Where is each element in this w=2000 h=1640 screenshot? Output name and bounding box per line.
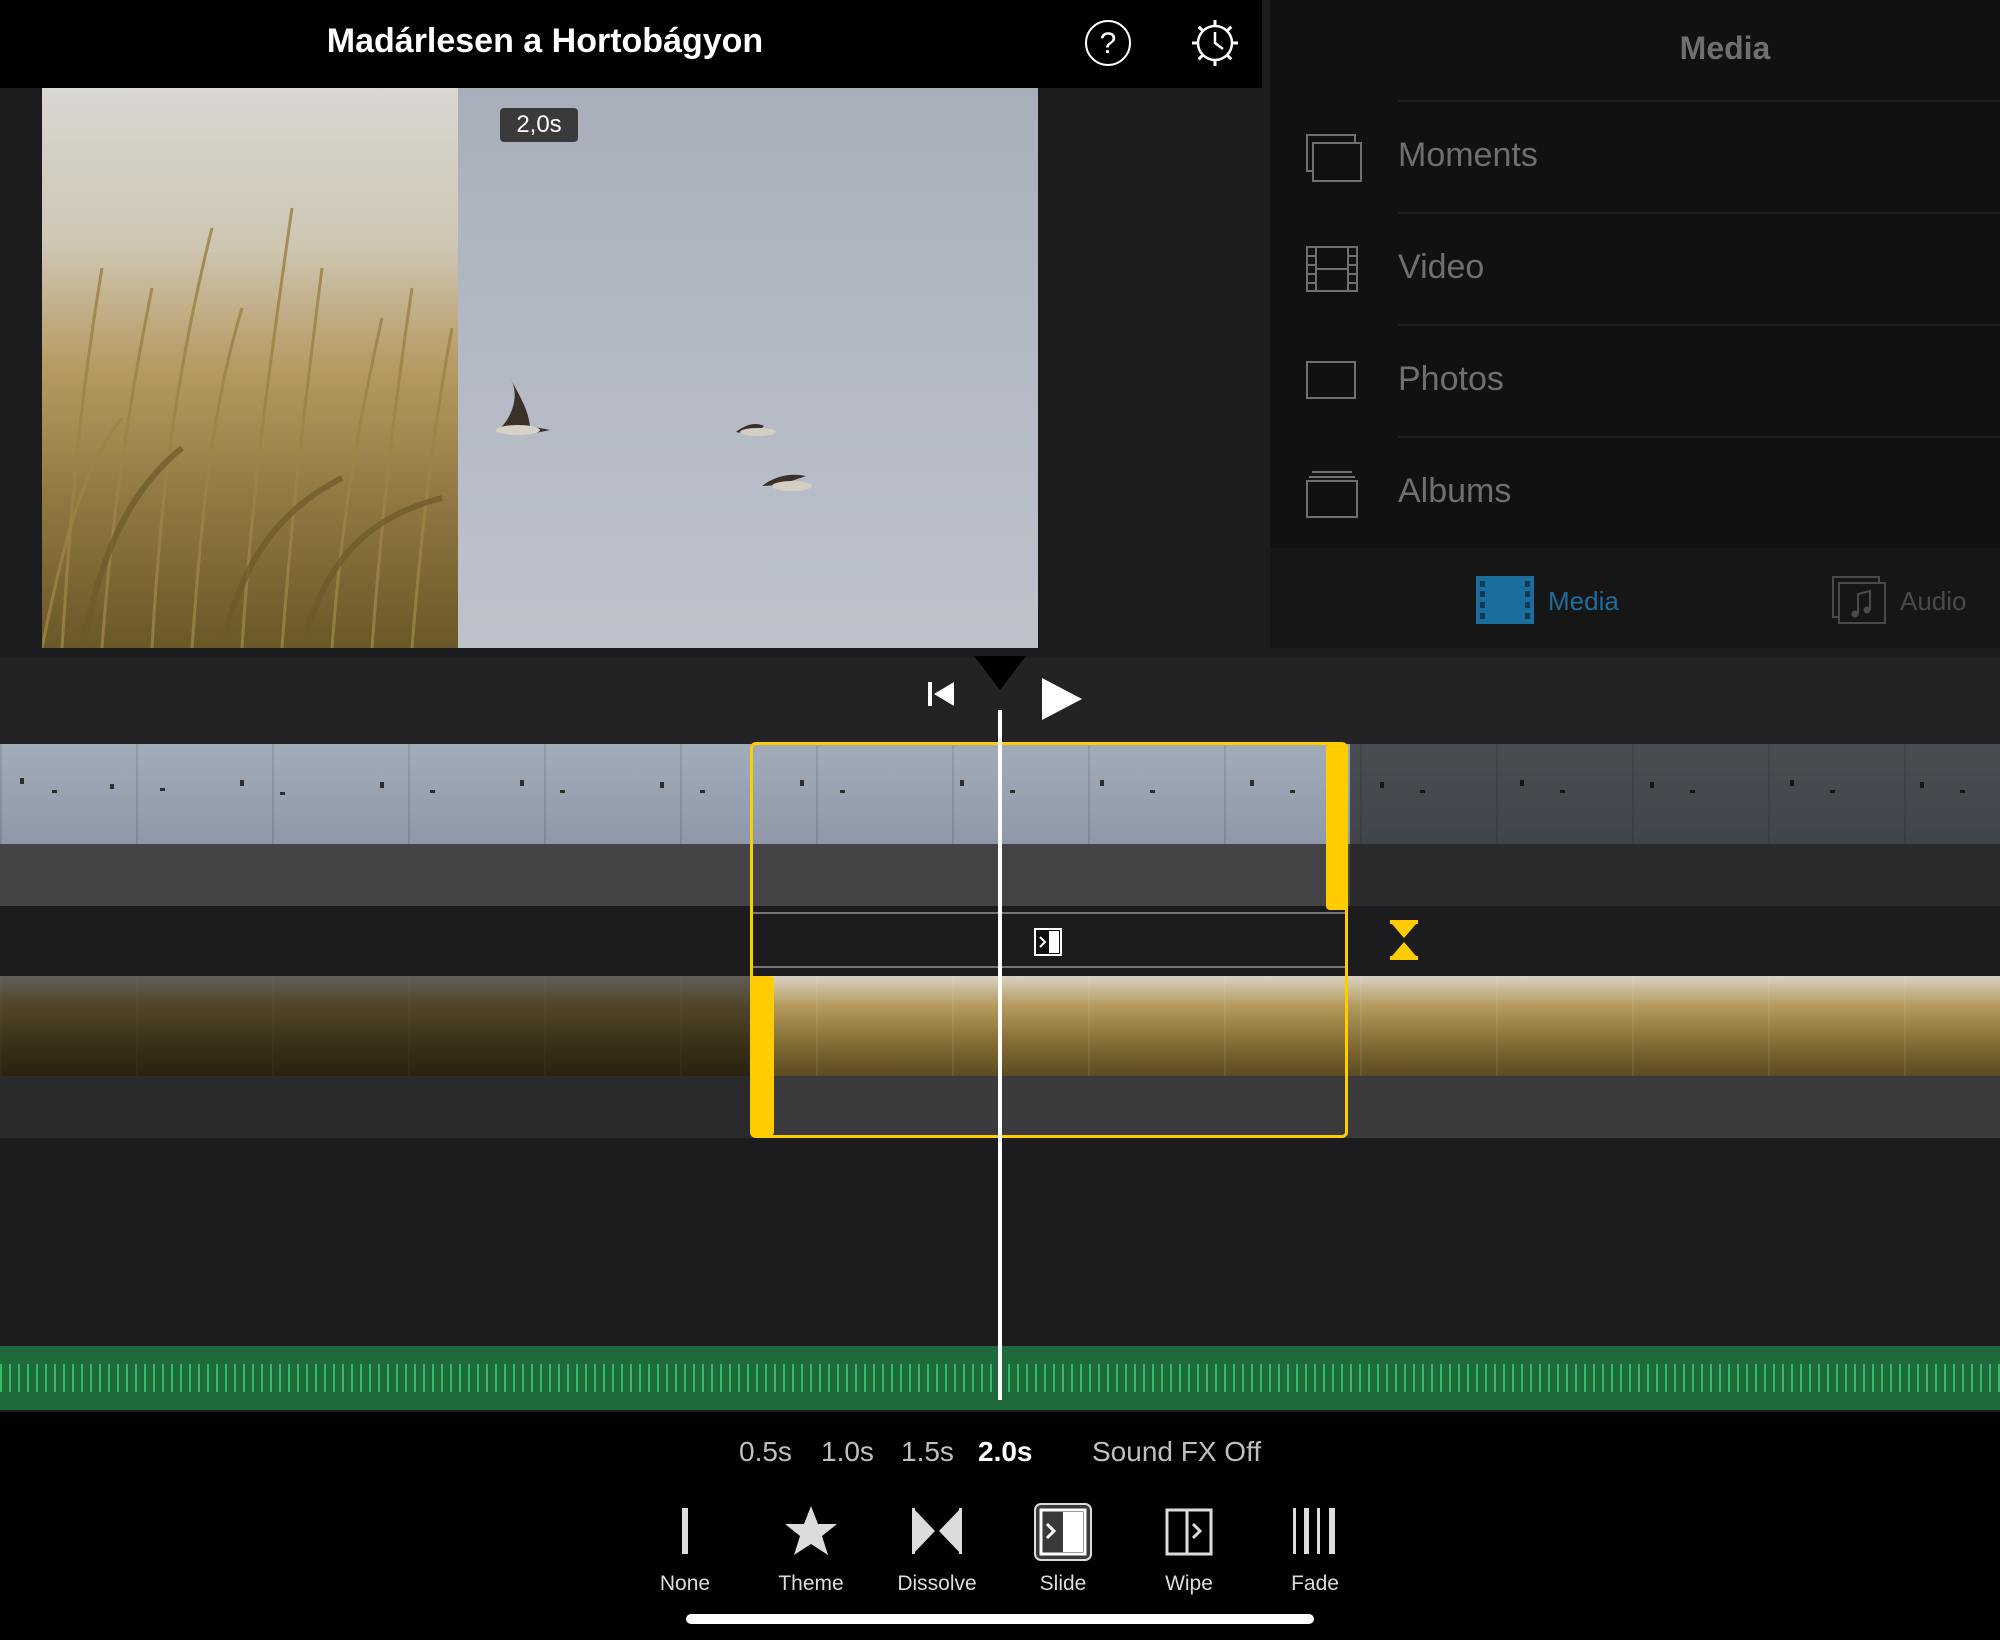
moments-icon (1306, 134, 1362, 182)
transition-fade-button[interactable]: Fade (1260, 1496, 1370, 1606)
fade-icon (1293, 1508, 1335, 1554)
preview-frame-incoming (458, 88, 1038, 648)
star-icon (785, 1506, 837, 1555)
media-item-label: Moments (1398, 136, 1538, 174)
transition-none-button[interactable]: None (630, 1496, 740, 1606)
transition-slide-button[interactable]: Slide (1008, 1496, 1118, 1606)
transition-label: None (659, 1572, 711, 1595)
transition-wipe-button[interactable]: Wipe (1134, 1496, 1244, 1606)
help-icon: ? (1099, 27, 1117, 60)
playhead[interactable] (998, 710, 1002, 1400)
media-tab-bar (1270, 548, 2000, 648)
transition-label: Dissolve (897, 1572, 977, 1595)
media-item-albums[interactable]: Albums (1270, 438, 2000, 550)
transition-label: Wipe (1165, 1572, 1213, 1595)
play-button[interactable] (1036, 674, 1086, 724)
hourglass-marker[interactable] (1388, 918, 1420, 962)
albums-icon (1306, 471, 1358, 518)
slide-icon (1034, 1503, 1092, 1561)
duration-option-0-5s[interactable]: 0.5s (739, 1436, 792, 1468)
playhead-caret[interactable] (974, 656, 1026, 690)
preview-frame-outgoing (42, 88, 458, 648)
dissolve-icon (912, 1508, 962, 1554)
hourglass-icon (1390, 920, 1418, 960)
transition-dissolve-button[interactable]: Dissolve (882, 1496, 992, 1606)
media-item-moments[interactable]: Moments (1270, 102, 2000, 214)
trim-handle-start[interactable] (752, 976, 774, 1136)
transition-label: Theme (778, 1572, 844, 1595)
play-icon (1042, 678, 1082, 720)
media-item-photos[interactable]: Photos (1270, 326, 2000, 438)
reeds-image (42, 207, 454, 648)
duration-option-2-0s[interactable]: 2.0s (978, 1436, 1033, 1468)
media-item-label: Albums (1398, 472, 1512, 510)
skip-to-start-button[interactable] (924, 676, 960, 712)
clip-audio-lane-previous[interactable] (0, 1076, 750, 1138)
divider (753, 966, 1345, 968)
sound-fx-toggle[interactable]: Sound FX Off (1092, 1436, 1261, 1468)
music-note-icon (1832, 576, 1886, 624)
media-item-label: Photos (1398, 360, 1504, 398)
media-item-label: Video (1398, 248, 1485, 286)
birds-image (496, 378, 812, 491)
settings-button[interactable] (1190, 18, 1240, 68)
clip-unselected-overlay (0, 976, 750, 1076)
none-transition-icon (682, 1508, 688, 1554)
film-icon (1476, 576, 1534, 624)
help-button[interactable]: ? (1085, 20, 1131, 66)
transition-label: Slide (1039, 1572, 1087, 1595)
tab-label: Media (1548, 586, 1619, 616)
gear-icon (1192, 20, 1238, 66)
clip-unselected-overlay (1350, 744, 2000, 844)
divider (753, 912, 1345, 914)
transition-theme-button[interactable]: Theme (756, 1496, 866, 1606)
duration-option-1-0s[interactable]: 1.0s (821, 1436, 874, 1468)
photo-icon (1306, 361, 1356, 399)
wipe-icon (1165, 1508, 1213, 1556)
duration-option-1-5s[interactable]: 1.5s (901, 1436, 954, 1468)
slide-icon (1034, 928, 1062, 956)
clip-audio-lane-next[interactable] (1350, 844, 2000, 906)
skip-to-start-icon (928, 682, 954, 706)
transition-duration-badge: 2,0s (500, 108, 578, 142)
home-indicator[interactable] (686, 1614, 1314, 1624)
transition-marker[interactable] (1034, 928, 1062, 956)
transition-label: Fade (1291, 1572, 1339, 1595)
media-item-video[interactable]: Video (1270, 214, 2000, 326)
media-browser-title: Media (1679, 30, 1771, 66)
project-title: Madárlesen a Hortobágyon (326, 22, 764, 60)
trim-handle-end[interactable] (1326, 744, 1348, 910)
film-icon (1306, 246, 1358, 292)
tab-label: Audio (1900, 586, 1967, 616)
